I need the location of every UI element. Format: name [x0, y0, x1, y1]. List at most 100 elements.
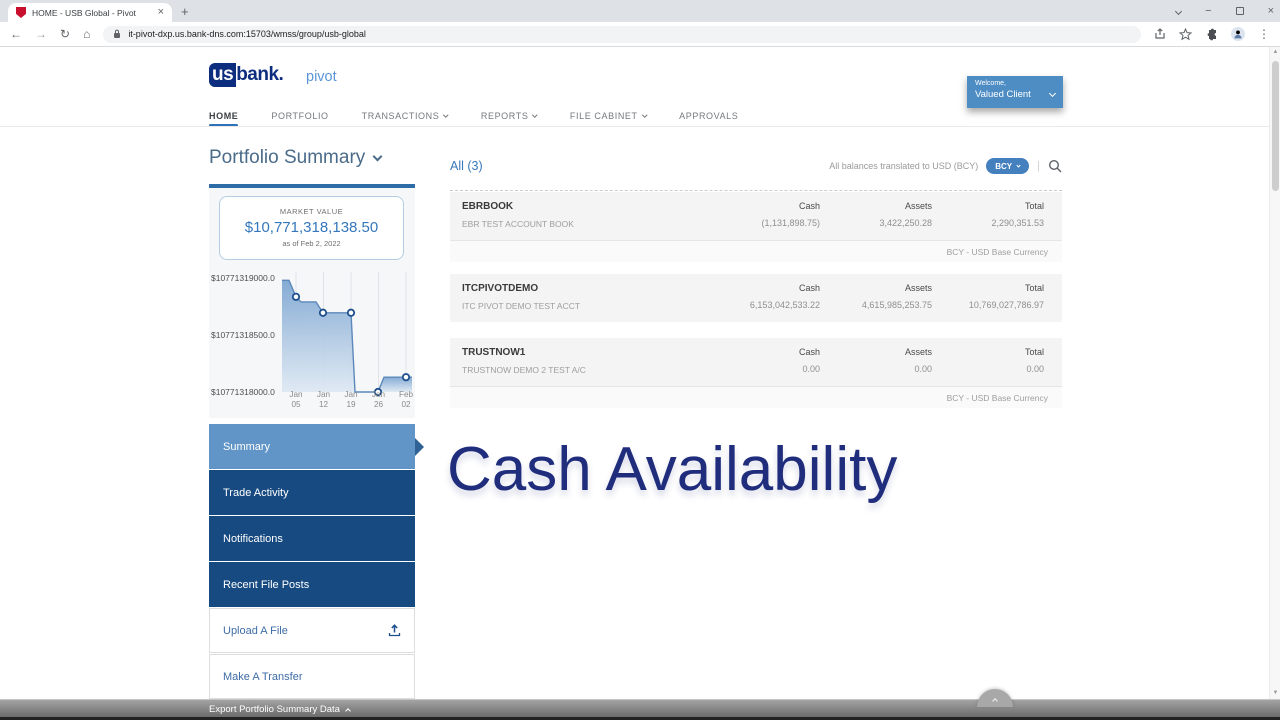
sidebar-item-upload-a-file[interactable]: Upload A File [209, 608, 415, 653]
account-name: ITCPIVOTDEMO [462, 283, 708, 294]
total-value: 0.00 [932, 364, 1044, 374]
extensions-puzzle-icon[interactable] [1205, 28, 1218, 41]
new-tab-button[interactable]: + [181, 4, 189, 19]
total-value: 10,769,027,786.97 [932, 300, 1044, 310]
svg-text:12: 12 [319, 400, 329, 409]
welcome-label: Welcome, [975, 80, 1055, 87]
usbank-logo: usbank. [209, 64, 283, 86]
forward-icon[interactable]: → [35, 27, 47, 41]
account-row-itcpivotdemo[interactable]: ITCPIVOTDEMO ITC PIVOT DEMO TEST ACCT Ca… [450, 274, 1062, 322]
svg-text:$10771319000.0: $10771319000.0 [211, 273, 275, 283]
user-name: Valued Client [975, 89, 1031, 100]
close-window-button[interactable]: × [1268, 5, 1274, 17]
account-description: EBR TEST ACCOUNT BOOK [462, 219, 708, 229]
svg-text:19: 19 [346, 400, 356, 409]
translated-note: All balances translated to USD (BCY) [829, 161, 978, 171]
assets-value: 4,615,985,253.75 [820, 300, 932, 310]
url-bar[interactable]: it-pivot-dxp.us.bank-dns.com:15703/wmss/… [103, 26, 1141, 43]
data-point[interactable] [403, 374, 409, 380]
url-text: it-pivot-dxp.us.bank-dns.com:15703/wmss/… [128, 29, 366, 39]
chevron-down-icon [444, 112, 449, 117]
scrollbar-thumb[interactable] [1272, 61, 1279, 191]
chevron-down-icon [533, 112, 538, 117]
svg-text:Jan: Jan [372, 390, 386, 399]
browser-toolbar: ← → ↻ ⌂ it-pivot-dxp.us.bank-dns.com:157… [0, 22, 1280, 47]
sidebar-item-notifications[interactable]: Notifications [209, 516, 415, 561]
cash-value: 0.00 [708, 364, 820, 374]
svg-text:$10771318000.0: $10771318000.0 [211, 387, 275, 397]
lock-icon [113, 29, 121, 39]
svg-text:02: 02 [401, 400, 411, 409]
welcome-user-menu[interactable]: Welcome, Valued Client [967, 76, 1063, 108]
logo-us-mark: us [209, 63, 236, 87]
cash-availability-title: Cash Availability [447, 434, 1047, 505]
area-chart-svg: $10771319000.0 $10771318500.0 $10771318000… [209, 264, 415, 416]
expand-handle-button[interactable] [977, 689, 1013, 707]
account-row-trustnow1[interactable]: TRUSTNOW1 TRUSTNOW DEMO 2 TEST A/C Cash … [450, 338, 1062, 386]
chevron-down-icon [642, 112, 647, 117]
svg-text:Jan: Jan [344, 390, 358, 399]
assets-value: 3,422,250.28 [820, 218, 932, 228]
search-icon[interactable] [1048, 159, 1062, 173]
back-icon[interactable]: ← [10, 27, 22, 41]
chevron-up-icon [992, 698, 998, 704]
market-value-chart: $10771319000.0 $10771318500.0 $10771318000… [209, 264, 415, 416]
export-portfolio-summary-button[interactable]: Export Portfolio Summary Data [209, 704, 350, 715]
svg-text:$10771318500.0: $10771318500.0 [211, 330, 275, 340]
sidebar-item-summary[interactable]: Summary [209, 424, 415, 469]
data-point[interactable] [293, 294, 299, 300]
usbank-shield-favicon [16, 7, 26, 18]
market-value-panel: MARKET VALUE $10,771,318,138.50 as of Fe… [209, 188, 415, 418]
scroll-down-icon[interactable]: ▼ [1272, 690, 1279, 697]
window-controls: − × [1176, 0, 1274, 22]
refresh-icon[interactable]: ↻ [60, 27, 70, 41]
account-description: TRUSTNOW DEMO 2 TEST A/C [462, 365, 708, 375]
chevron-up-icon [345, 708, 351, 714]
total-column-header: Total [932, 201, 1044, 211]
profile-avatar[interactable] [1231, 27, 1245, 41]
list-header-right: All balances translated to USD (BCY) BCY… [829, 158, 1062, 174]
sidebar-item-recent-file-posts[interactable]: Recent File Posts [209, 562, 415, 607]
assets-column-header: Assets [820, 201, 932, 211]
market-value-asof: as of Feb 2, 2022 [220, 239, 403, 248]
restore-button[interactable] [1236, 7, 1244, 15]
filter-all-link[interactable]: All (3) [450, 159, 483, 173]
data-point[interactable] [320, 310, 326, 316]
market-value-amount: $10,771,318,138.50 [220, 219, 403, 236]
chevron-down-icon [1049, 89, 1056, 96]
list-divider [450, 190, 1062, 191]
assets-column-header: Assets [820, 283, 932, 293]
currency-selector-button[interactable]: BCY [986, 158, 1029, 174]
browser-menu-icon[interactable]: ⋮ [1258, 27, 1270, 41]
sidebar-item-make-a-transfer[interactable]: Make A Transfer [209, 654, 415, 699]
home-icon[interactable]: ⌂ [83, 27, 90, 41]
cash-column-header: Cash [708, 283, 820, 293]
tab-search-chevron-icon[interactable] [1175, 7, 1182, 14]
minimize-button[interactable]: − [1205, 5, 1211, 17]
svg-text:05: 05 [291, 400, 301, 409]
cash-column-header: Cash [708, 201, 820, 211]
data-point[interactable] [348, 310, 354, 316]
share-icon[interactable] [1154, 28, 1166, 40]
bookmark-star-icon[interactable] [1179, 28, 1192, 41]
svg-text:Jan: Jan [289, 390, 303, 399]
tab-close-icon[interactable]: × [158, 7, 164, 18]
divider: | [1037, 160, 1040, 172]
page-scrollbar[interactable]: ▲ ▼ [1269, 47, 1280, 699]
account-description: ITC PIVOT DEMO TEST ACCT [462, 301, 708, 311]
tab-title: HOME - USB Global - Pivot [32, 8, 152, 18]
portfolio-summary-dropdown[interactable]: Portfolio Summary [209, 147, 381, 169]
browser-tab[interactable]: HOME - USB Global - Pivot × [8, 3, 172, 22]
header-divider [0, 126, 1280, 127]
base-currency-footnote: BCY - USD Base Currency [450, 240, 1062, 262]
total-value: 2,290,351.53 [932, 218, 1044, 228]
scroll-up-icon[interactable]: ▲ [1272, 49, 1279, 56]
account-row-ebrbook[interactable]: EBRBOOK EBR TEST ACCOUNT BOOK Cash (1,13… [450, 192, 1062, 240]
base-currency-footnote: BCY - USD Base Currency [450, 386, 1062, 408]
cash-value: 6,153,042,533.22 [708, 300, 820, 310]
market-value-label: MARKET VALUE [220, 207, 403, 216]
sidebar-item-trade-activity[interactable]: Trade Activity [209, 470, 415, 515]
svg-text:Feb: Feb [399, 390, 414, 399]
page-title: Portfolio Summary [209, 147, 365, 169]
cash-value: (1,131,898.75) [708, 218, 820, 228]
